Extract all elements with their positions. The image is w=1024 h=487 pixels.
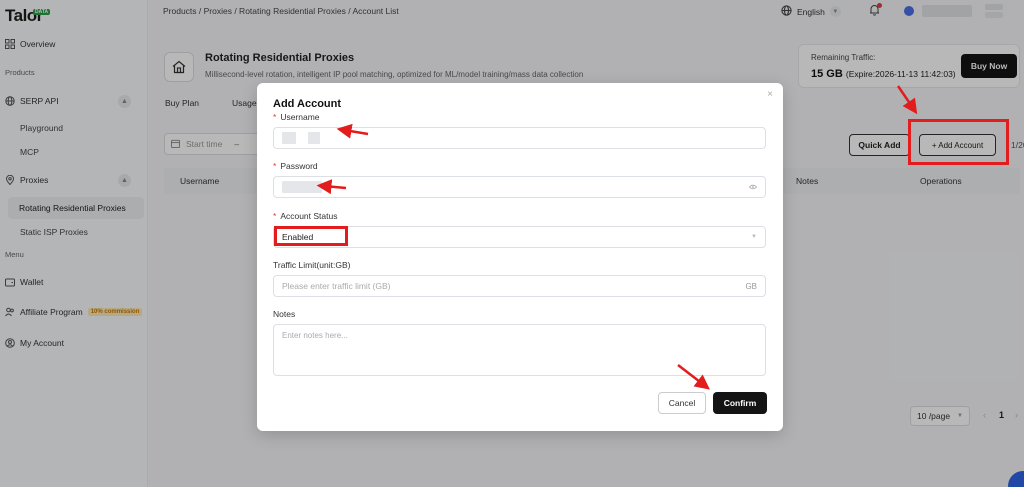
annotation-arrows — [316, 85, 918, 390]
